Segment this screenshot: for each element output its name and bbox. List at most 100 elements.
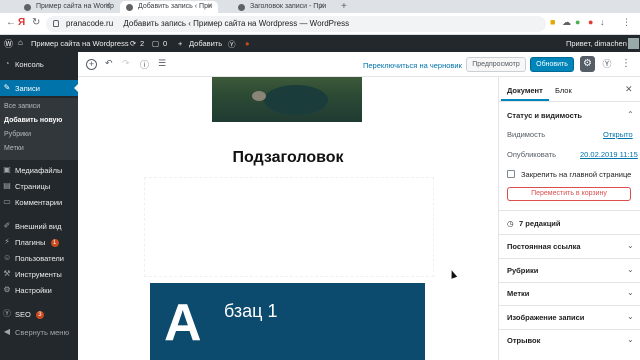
sidebar-collapse[interactable]: ◀ Свернуть меню bbox=[0, 324, 78, 340]
close-tab-icon[interactable]: ✕ bbox=[207, 2, 213, 10]
close-icon[interactable]: ✕ bbox=[625, 84, 633, 95]
move-to-trash-button[interactable]: Переместить в корзину bbox=[507, 187, 631, 201]
wordpress-favicon-icon bbox=[126, 4, 133, 11]
browser-tab-2[interactable]: Добавить запись ‹ При ✕ bbox=[120, 1, 218, 13]
tags-section[interactable]: Метки bbox=[507, 289, 529, 298]
wordpress-logo-icon[interactable]: Ⓦ bbox=[4, 37, 13, 50]
sidebar-item-posts[interactable]: ✎ Записи bbox=[0, 80, 78, 96]
sidebar-item-label: Свернуть меню bbox=[15, 328, 70, 337]
update-button[interactable]: Обновить bbox=[530, 57, 574, 72]
sidebar-item-plugins[interactable]: ⚡ Плагины 1 bbox=[0, 234, 78, 250]
add-block-icon[interactable]: + bbox=[86, 59, 97, 70]
greeting[interactable]: Привет, dimachen bbox=[566, 39, 627, 48]
browser-tab-3[interactable]: Заголовок записи - При ✕ bbox=[232, 1, 330, 13]
add-new-icon[interactable]: + bbox=[178, 39, 182, 48]
download-icon[interactable]: ↓ bbox=[600, 17, 605, 27]
divider bbox=[499, 234, 640, 235]
tab-block[interactable]: Блок bbox=[555, 86, 572, 95]
site-name-link[interactable]: Пример сайта на Wordpress bbox=[31, 39, 129, 48]
lake-shape bbox=[264, 85, 328, 115]
cloud-icon[interactable]: ☁ bbox=[562, 17, 571, 28]
comments-icon[interactable]: ▢ bbox=[152, 39, 159, 48]
avatar[interactable] bbox=[628, 38, 639, 49]
add-new-link[interactable]: Добавить bbox=[189, 39, 222, 48]
sidebar-item-tools[interactable]: ⚒ Инструменты bbox=[0, 266, 78, 282]
sidebar-item-label: Записи bbox=[15, 84, 40, 93]
sidebar-item-users[interactable]: ☺ Пользователи bbox=[0, 250, 78, 266]
switch-to-draft-link[interactable]: Переключиться на черновик bbox=[363, 61, 462, 70]
extension-icon[interactable]: ● bbox=[588, 17, 593, 27]
chevron-down-icon[interactable]: ⌄ bbox=[627, 312, 634, 321]
close-tab-icon[interactable]: ✕ bbox=[319, 2, 325, 10]
tab-document[interactable]: Документ bbox=[501, 86, 549, 101]
extension-icon[interactable]: ● bbox=[575, 17, 580, 27]
chevron-up-icon[interactable]: ⌃ bbox=[627, 110, 634, 119]
updates-icon[interactable]: ⟳ bbox=[130, 39, 136, 48]
redo-icon[interactable]: ↷ bbox=[122, 58, 130, 69]
tab-label: Добавить запись ‹ При bbox=[138, 3, 212, 10]
image-block[interactable] bbox=[212, 77, 362, 122]
yoast-icon[interactable]: Ⓨ bbox=[228, 39, 236, 50]
address-bar[interactable]: pranacode.ru Добавить запись ‹ Пример са… bbox=[46, 16, 546, 32]
excerpt-section[interactable]: Отрывок bbox=[507, 336, 540, 345]
close-tab-icon[interactable]: ✕ bbox=[105, 2, 111, 10]
browser-menu-icon[interactable]: ⋮ bbox=[622, 17, 631, 28]
bookmarks-icon[interactable]: ■ bbox=[550, 17, 555, 27]
sidebar-item-label: SEO bbox=[15, 310, 31, 319]
permalink-section[interactable]: Постоянная ссылка bbox=[507, 242, 581, 251]
more-options-icon[interactable]: ⋮ bbox=[621, 58, 631, 69]
plugin-icon: ⚡ bbox=[4, 237, 10, 246]
new-tab-icon[interactable]: + bbox=[341, 1, 347, 12]
seo-status-icon[interactable]: ● bbox=[245, 39, 250, 48]
chevron-down-icon[interactable]: ⌄ bbox=[627, 265, 634, 274]
block-navigation-icon[interactable]: ☰ bbox=[158, 58, 166, 69]
info-icon[interactable]: ⓘ bbox=[140, 58, 149, 71]
updates-count[interactable]: 2 bbox=[140, 39, 144, 48]
sidebar-item-seo[interactable]: Ⓨ SEO 3 bbox=[0, 306, 78, 322]
yandex-icon[interactable]: Я bbox=[18, 17, 25, 28]
sidebar-item-label: Консоль bbox=[15, 60, 44, 69]
sidebar-item-media[interactable]: ▣ Медиафайлы bbox=[0, 162, 78, 178]
sidebar-item-appearance[interactable]: ✐ Внешний вид bbox=[0, 218, 78, 234]
yoast-icon[interactable]: Ⓨ bbox=[600, 57, 614, 71]
categories-section[interactable]: Рубрики bbox=[507, 266, 538, 275]
cover-block[interactable]: А бзац 1 bbox=[150, 283, 425, 360]
submenu-add-new[interactable]: Добавить новую bbox=[0, 114, 78, 128]
paragraph-text[interactable]: бзац 1 bbox=[224, 301, 278, 322]
undo-icon[interactable]: ↶ bbox=[105, 58, 113, 69]
comments-count[interactable]: 0 bbox=[163, 39, 167, 48]
revisions-link[interactable]: 7 редакций bbox=[519, 219, 561, 228]
address-domain: pranacode.ru bbox=[66, 19, 114, 28]
pages-icon: ▤ bbox=[3, 181, 11, 190]
submenu-all-posts[interactable]: Все записи bbox=[0, 100, 78, 114]
divider bbox=[499, 210, 640, 211]
stick-to-front-checkbox[interactable] bbox=[507, 170, 515, 178]
featured-image-section[interactable]: Изображение записи bbox=[507, 313, 584, 322]
sidebar-item-pages[interactable]: ▤ Страницы bbox=[0, 178, 78, 194]
visibility-link[interactable]: Открыто bbox=[603, 130, 633, 139]
sidebar-item-settings[interactable]: ⚙ Настройки bbox=[0, 282, 78, 298]
chevron-down-icon[interactable]: ⌄ bbox=[627, 335, 634, 344]
sidebar-item-label: Медиафайлы bbox=[15, 166, 63, 175]
heading-block[interactable]: Подзаголовок bbox=[78, 149, 498, 167]
tab-label: Заголовок записи - При bbox=[250, 3, 327, 10]
preview-button[interactable]: Предпросмотр bbox=[466, 57, 526, 72]
back-icon[interactable]: ← bbox=[6, 17, 16, 28]
chevron-down-icon[interactable]: ⌄ bbox=[627, 288, 634, 297]
submenu-categories[interactable]: Рубрики bbox=[0, 128, 78, 142]
editor-toolbar: + ↶ ↷ ⓘ ☰ Переключиться на черновик Пред… bbox=[78, 52, 640, 77]
settings-gear-icon[interactable]: ⚙ bbox=[580, 56, 595, 72]
submenu-tags[interactable]: Метки bbox=[0, 142, 78, 156]
reload-icon[interactable]: ↻ bbox=[32, 17, 40, 28]
publish-date-link[interactable]: 20.02.2019 11:15 bbox=[580, 150, 638, 159]
editor-canvas[interactable]: Подзаголовок А бзац 1 bbox=[78, 77, 498, 360]
browser-tab-1[interactable]: Пример сайта на Wordp ✕ bbox=[18, 1, 116, 13]
wordpress-favicon-icon bbox=[238, 4, 245, 11]
status-visibility-title[interactable]: Статус и видимость bbox=[507, 111, 582, 120]
chevron-down-icon[interactable]: ⌄ bbox=[627, 241, 634, 250]
empty-block[interactable] bbox=[144, 177, 434, 277]
panel-tabs: Документ Блок ✕ bbox=[499, 77, 640, 102]
sidebar-item-label: Комментарии bbox=[15, 198, 63, 207]
sidebar-item-comments[interactable]: ▭ Комментарии bbox=[0, 194, 78, 210]
sidebar-item-console[interactable]: ◔ Консоль bbox=[0, 56, 78, 72]
